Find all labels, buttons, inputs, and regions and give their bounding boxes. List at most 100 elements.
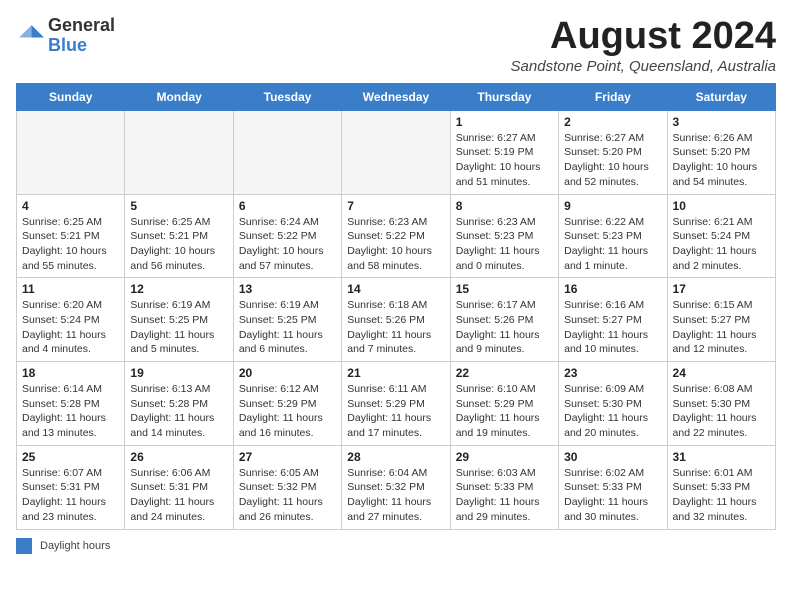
weekday-header-friday: Friday <box>559 83 667 110</box>
legend-color-box <box>16 538 32 554</box>
day-info: Sunrise: 6:16 AM Sunset: 5:27 PM Dayligh… <box>564 298 661 357</box>
day-info: Sunrise: 6:13 AM Sunset: 5:28 PM Dayligh… <box>130 382 227 441</box>
day-number: 13 <box>239 282 336 296</box>
calendar-cell: 28 Sunrise: 6:04 AM Sunset: 5:32 PM Dayli… <box>342 445 450 529</box>
calendar-cell: 11 Sunrise: 6:20 AM Sunset: 5:24 PM Dayli… <box>17 278 125 362</box>
day-number: 4 <box>22 199 119 213</box>
calendar-cell: 30 Sunrise: 6:02 AM Sunset: 5:33 PM Dayli… <box>559 445 667 529</box>
day-info: Sunrise: 6:02 AM Sunset: 5:33 PM Dayligh… <box>564 466 661 525</box>
weekday-header-thursday: Thursday <box>450 83 558 110</box>
day-number: 18 <box>22 366 119 380</box>
header: General Blue August 2024 Sandstone Point… <box>16 16 776 75</box>
weekday-header-tuesday: Tuesday <box>233 83 341 110</box>
calendar-cell: 4 Sunrise: 6:25 AM Sunset: 5:21 PM Daylig… <box>17 194 125 278</box>
calendar-cell: 22 Sunrise: 6:10 AM Sunset: 5:29 PM Dayli… <box>450 362 558 446</box>
calendar-header: SundayMondayTuesdayWednesdayThursdayFrid… <box>17 83 776 110</box>
logo: General Blue <box>16 16 115 56</box>
calendar-cell: 23Sunrise: 6:09 AM Sunset: 5:30 PM Dayli… <box>559 362 667 446</box>
day-number: 15 <box>456 282 553 296</box>
day-info: Sunrise: 6:10 AM Sunset: 5:29 PM Dayligh… <box>456 382 553 441</box>
day-info: Sunrise: 6:25 AM Sunset: 5:21 PM Dayligh… <box>22 215 119 274</box>
calendar-cell: 18Sunrise: 6:14 AM Sunset: 5:28 PM Dayli… <box>17 362 125 446</box>
calendar-cell: 26Sunrise: 6:06 AM Sunset: 5:31 PM Dayli… <box>125 445 233 529</box>
day-info: Sunrise: 6:03 AM Sunset: 5:33 PM Dayligh… <box>456 466 553 525</box>
calendar-cell: 13 Sunrise: 6:19 AM Sunset: 5:25 PM Dayli… <box>233 278 341 362</box>
day-info: Sunrise: 6:27 AM Sunset: 5:20 PM Dayligh… <box>564 131 661 190</box>
calendar-body: 1Sunrise: 6:27 AM Sunset: 5:19 PM Daylig… <box>17 110 776 529</box>
day-number: 30 <box>564 450 661 464</box>
day-number: 14 <box>347 282 444 296</box>
calendar-week-1: 1Sunrise: 6:27 AM Sunset: 5:19 PM Daylig… <box>17 110 776 194</box>
day-info: Sunrise: 6:19 AM Sunset: 5:25 PM Dayligh… <box>130 298 227 357</box>
calendar-cell: 7Sunrise: 6:23 AM Sunset: 5:22 PM Daylig… <box>342 194 450 278</box>
day-number: 3 <box>673 115 770 129</box>
day-number: 20 <box>239 366 336 380</box>
calendar-cell: 3Sunrise: 6:26 AM Sunset: 5:20 PM Daylig… <box>667 110 775 194</box>
day-info: Sunrise: 6:18 AM Sunset: 5:26 PM Dayligh… <box>347 298 444 357</box>
calendar-table: SundayMondayTuesdayWednesdayThursdayFrid… <box>16 83 776 530</box>
day-number: 12 <box>130 282 227 296</box>
calendar-cell: 12 Sunrise: 6:19 AM Sunset: 5:25 PM Dayli… <box>125 278 233 362</box>
day-info: Sunrise: 6:08 AM Sunset: 5:30 PM Dayligh… <box>673 382 770 441</box>
day-number: 25 <box>22 450 119 464</box>
calendar-cell: 27Sunrise: 6:05 AM Sunset: 5:32 PM Dayli… <box>233 445 341 529</box>
calendar-week-4: 18Sunrise: 6:14 AM Sunset: 5:28 PM Dayli… <box>17 362 776 446</box>
calendar-week-3: 11 Sunrise: 6:20 AM Sunset: 5:24 PM Dayli… <box>17 278 776 362</box>
day-number: 31 <box>673 450 770 464</box>
day-number: 1 <box>456 115 553 129</box>
day-info: Sunrise: 6:04 AM Sunset: 5:32 PM Dayligh… <box>347 466 444 525</box>
subtitle: Sandstone Point, Queensland, Australia <box>511 58 776 75</box>
day-info: Sunrise: 6:23 AM Sunset: 5:23 PM Dayligh… <box>456 215 553 274</box>
calendar-cell: 17 Sunrise: 6:15 AM Sunset: 5:27 PM Dayli… <box>667 278 775 362</box>
month-title: August 2024 <box>511 16 776 58</box>
calendar-cell: 16 Sunrise: 6:16 AM Sunset: 5:27 PM Dayli… <box>559 278 667 362</box>
day-number: 24 <box>673 366 770 380</box>
calendar-cell: 14 Sunrise: 6:18 AM Sunset: 5:26 PM Dayli… <box>342 278 450 362</box>
day-number: 19 <box>130 366 227 380</box>
calendar-week-2: 4 Sunrise: 6:25 AM Sunset: 5:21 PM Daylig… <box>17 194 776 278</box>
calendar-cell: 9Sunrise: 6:22 AM Sunset: 5:23 PM Daylig… <box>559 194 667 278</box>
day-number: 17 <box>673 282 770 296</box>
calendar-cell: 15Sunrise: 6:17 AM Sunset: 5:26 PM Dayli… <box>450 278 558 362</box>
calendar-cell: 29 Sunrise: 6:03 AM Sunset: 5:33 PM Dayli… <box>450 445 558 529</box>
day-info: Sunrise: 6:15 AM Sunset: 5:27 PM Dayligh… <box>673 298 770 357</box>
day-info: Sunrise: 6:21 AM Sunset: 5:24 PM Dayligh… <box>673 215 770 274</box>
calendar-cell: 6Sunrise: 6:24 AM Sunset: 5:22 PM Daylig… <box>233 194 341 278</box>
logo-blue: Blue <box>48 35 87 55</box>
calendar-cell: 31Sunrise: 6:01 AM Sunset: 5:33 PM Dayli… <box>667 445 775 529</box>
calendar-cell: 5Sunrise: 6:25 AM Sunset: 5:21 PM Daylig… <box>125 194 233 278</box>
day-number: 11 <box>22 282 119 296</box>
day-info: Sunrise: 6:24 AM Sunset: 5:22 PM Dayligh… <box>239 215 336 274</box>
day-info: Sunrise: 6:20 AM Sunset: 5:24 PM Dayligh… <box>22 298 119 357</box>
day-info: Sunrise: 6:11 AM Sunset: 5:29 PM Dayligh… <box>347 382 444 441</box>
day-info: Sunrise: 6:07 AM Sunset: 5:31 PM Dayligh… <box>22 466 119 525</box>
logo-general: General <box>48 15 115 35</box>
calendar-cell: 19 Sunrise: 6:13 AM Sunset: 5:28 PM Dayli… <box>125 362 233 446</box>
calendar-cell: 8 Sunrise: 6:23 AM Sunset: 5:23 PM Daylig… <box>450 194 558 278</box>
day-number: 16 <box>564 282 661 296</box>
weekday-header-saturday: Saturday <box>667 83 775 110</box>
legend-label: Daylight hours <box>40 540 110 552</box>
day-number: 22 <box>456 366 553 380</box>
day-number: 2 <box>564 115 661 129</box>
day-number: 10 <box>673 199 770 213</box>
day-number: 8 <box>456 199 553 213</box>
weekday-header-monday: Monday <box>125 83 233 110</box>
footer-legend: Daylight hours <box>16 538 776 554</box>
day-number: 29 <box>456 450 553 464</box>
day-info: Sunrise: 6:05 AM Sunset: 5:32 PM Dayligh… <box>239 466 336 525</box>
day-number: 26 <box>130 450 227 464</box>
day-number: 9 <box>564 199 661 213</box>
calendar-cell <box>342 110 450 194</box>
calendar-cell <box>233 110 341 194</box>
day-number: 7 <box>347 199 444 213</box>
day-info: Sunrise: 6:19 AM Sunset: 5:25 PM Dayligh… <box>239 298 336 357</box>
weekday-header-wednesday: Wednesday <box>342 83 450 110</box>
day-number: 28 <box>347 450 444 464</box>
calendar-cell: 25 Sunrise: 6:07 AM Sunset: 5:31 PM Dayli… <box>17 445 125 529</box>
day-info: Sunrise: 6:12 AM Sunset: 5:29 PM Dayligh… <box>239 382 336 441</box>
calendar-cell: 24 Sunrise: 6:08 AM Sunset: 5:30 PM Dayli… <box>667 362 775 446</box>
day-number: 23 <box>564 366 661 380</box>
day-number: 5 <box>130 199 227 213</box>
calendar-cell: 21Sunrise: 6:11 AM Sunset: 5:29 PM Dayli… <box>342 362 450 446</box>
